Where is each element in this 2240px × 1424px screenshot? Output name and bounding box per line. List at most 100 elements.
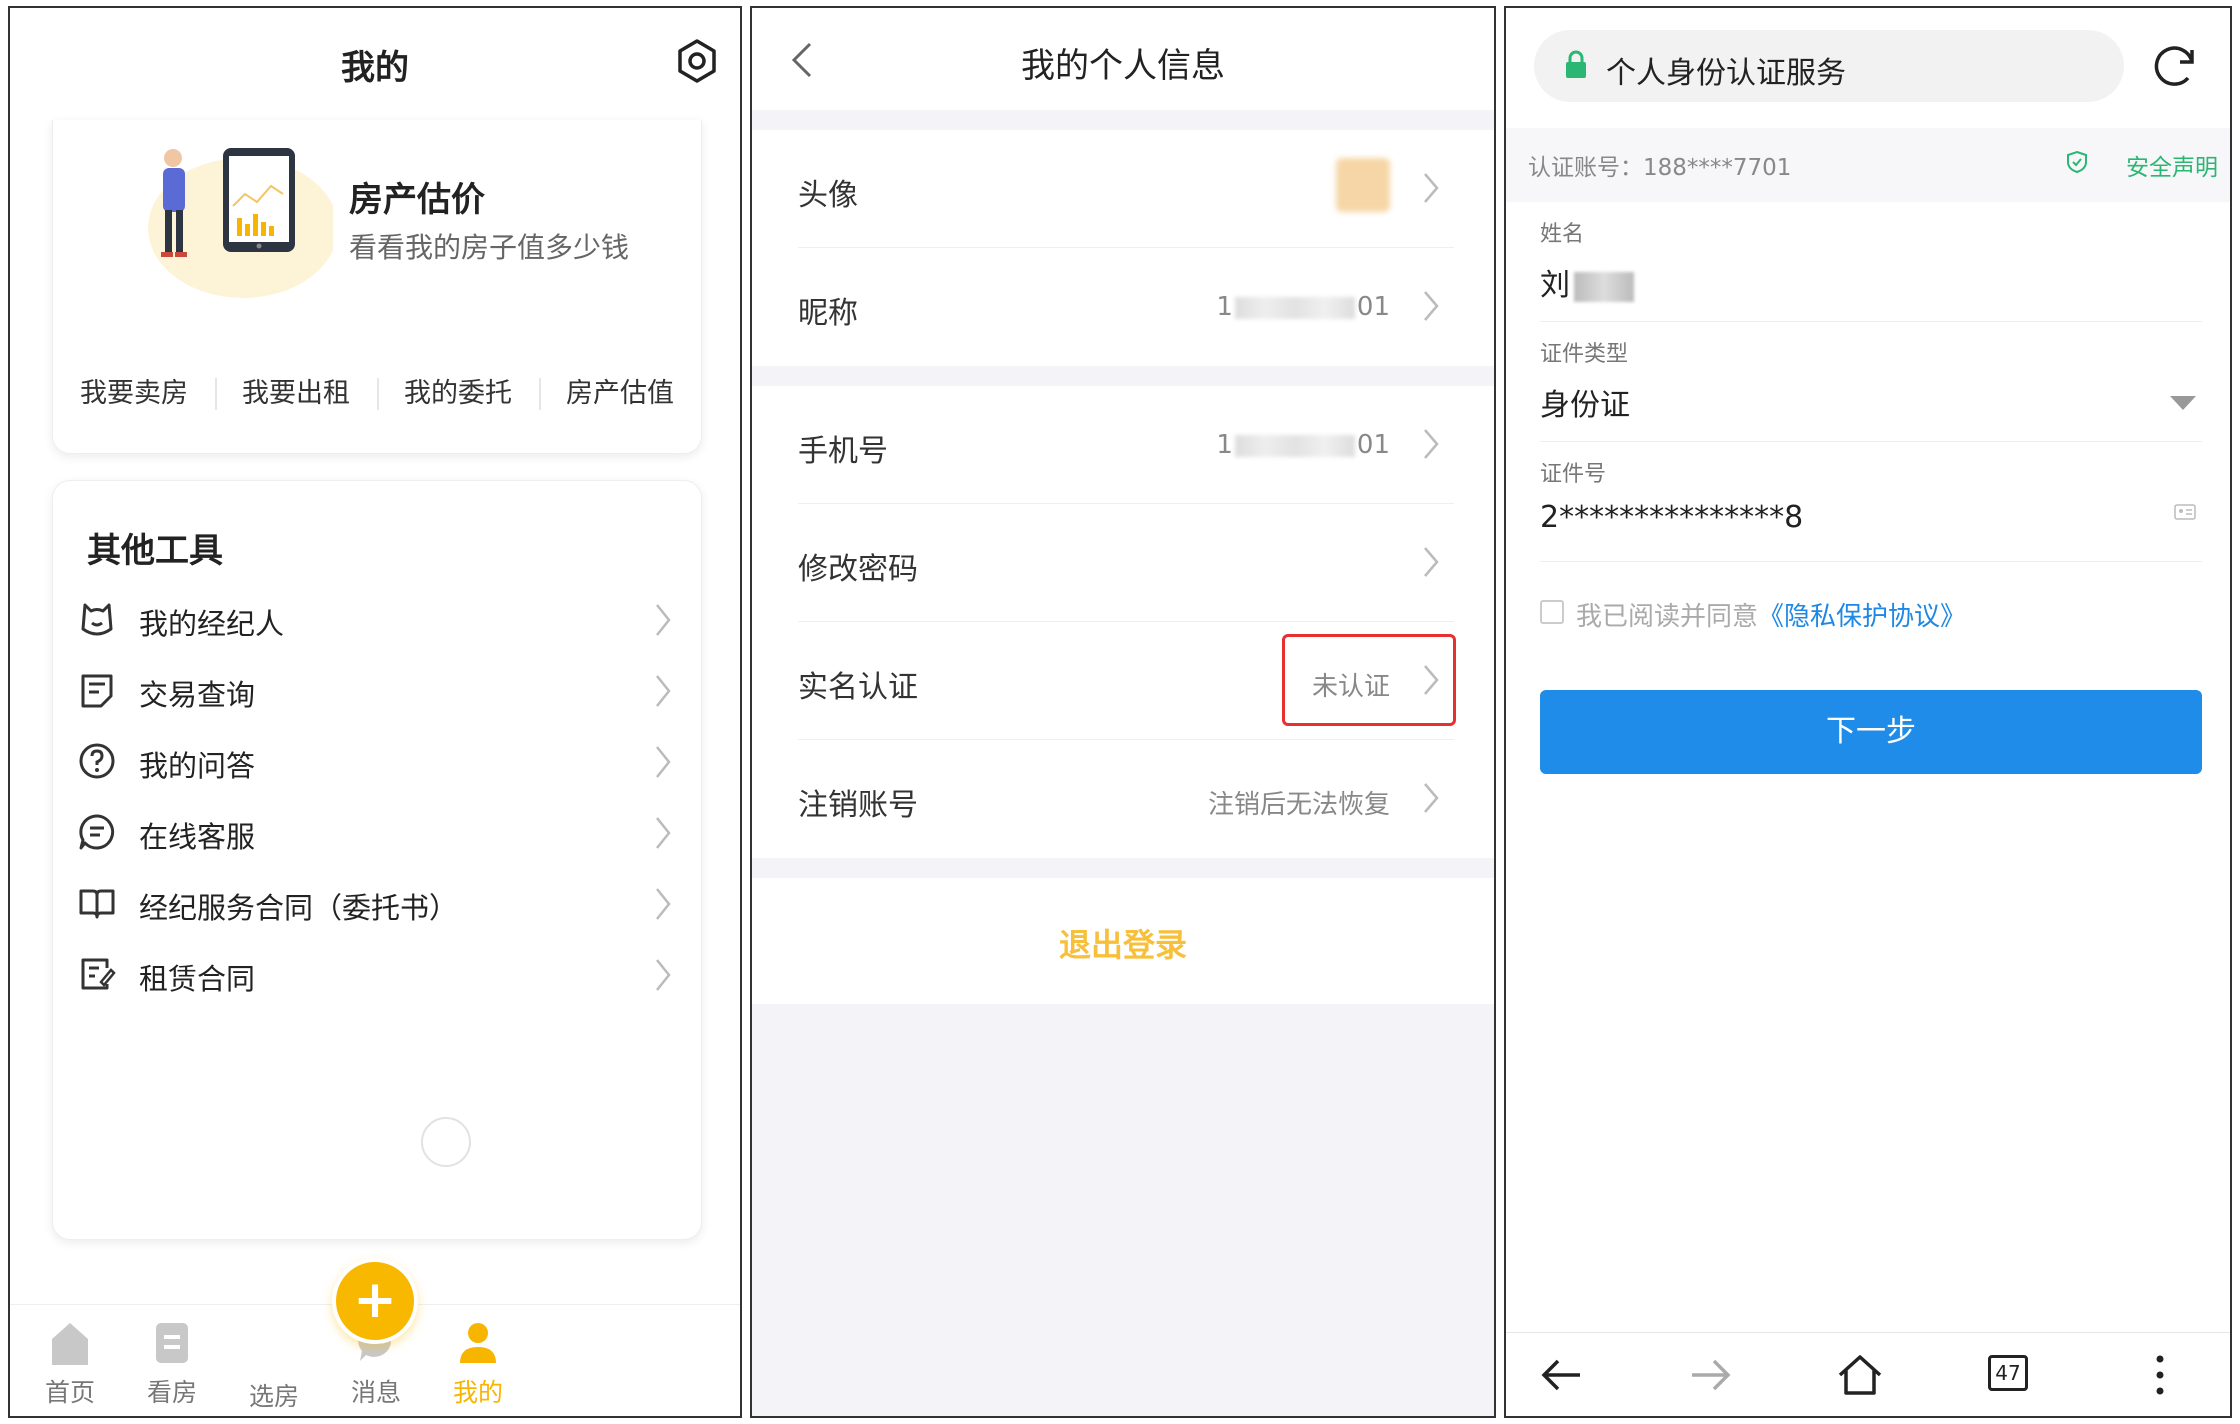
house-view-icon <box>156 1323 188 1363</box>
row-label: 修改密码 <box>798 552 918 587</box>
address-bar[interactable]: 个人身份认证服务 <box>1534 30 2124 102</box>
quick-link-entrust[interactable]: 我的委托 <box>377 372 539 416</box>
quick-link-rent[interactable]: 我要出租 <box>215 372 377 416</box>
tablet-person-illustration-icon <box>148 148 333 298</box>
blurred-text <box>1574 271 1634 302</box>
value-suffix: 01 <box>1356 430 1390 460</box>
back-arrow-icon[interactable] <box>1536 1349 1588 1401</box>
id-type-select[interactable]: 证件类型 身份证 <box>1540 322 2202 442</box>
loading-spinner-icon <box>421 1117 471 1167</box>
tool-item-label: 我的经纪人 <box>139 607 285 641</box>
next-step-button[interactable]: 下一步 <box>1540 690 2202 774</box>
quick-link-valuation[interactable]: 房产估值 <box>539 372 701 416</box>
tool-item-label: 我的问答 <box>139 749 256 783</box>
security-statement-link[interactable]: 安全声明 <box>2126 148 2218 182</box>
question-icon <box>79 743 115 779</box>
valuation-subtitle: 看看我的房子值多少钱 <box>349 231 630 264</box>
refresh-icon[interactable] <box>2150 40 2200 90</box>
cancel-account-hint: 注销后无法恢复 <box>1207 790 1390 820</box>
quick-links: 我要卖房 我要出租 我的委托 房产估值 <box>53 372 701 416</box>
row-label: 昵称 <box>798 296 858 331</box>
profile-group: 头像 昵称 1 01 <box>752 130 1494 366</box>
highlight-box <box>1282 634 1456 726</box>
quick-link-sell[interactable]: 我要卖房 <box>53 372 215 416</box>
identity-verification-panel: 个人身份认证服务 认证账号：188****7701 安全声明 姓名 刘 证件类型… <box>1504 6 2232 1418</box>
page-title: 我的 <box>341 48 409 88</box>
row-label: 注销账号 <box>798 788 918 823</box>
tool-item-lease-contract[interactable]: 租赁合同 <box>73 932 683 1022</box>
name-text: 刘 <box>1540 268 1570 303</box>
valuation-title: 房产估价 <box>349 180 485 220</box>
account-info-bar: 认证账号：188****7701 安全声明 <box>1506 128 2230 202</box>
id-number-field[interactable]: 证件号 2***************8 <box>1540 442 2202 562</box>
tabs-button[interactable]: 47 <box>1984 1349 2036 1401</box>
agreement-prefix: 我已阅读并同意 <box>1576 602 1759 632</box>
name-value: 刘 <box>1540 260 1634 304</box>
account-label: 认证账号：188****7701 <box>1528 155 1792 181</box>
dropdown-arrow-icon <box>2170 396 2196 410</box>
chevron-right-icon <box>1424 547 1439 577</box>
tab-mine[interactable]: 我的 <box>418 1305 538 1416</box>
agent-icon <box>81 603 113 636</box>
avatar <box>1336 158 1390 212</box>
select-house-fab-button[interactable]: + <box>332 1258 418 1344</box>
chevron-right-icon <box>656 675 671 707</box>
shield-check-icon <box>2067 150 2087 174</box>
value-prefix: 1 <box>1216 430 1233 460</box>
agreement-text: 我已阅读并同意《隐私保护协议》 <box>1576 596 1966 633</box>
row-label: 头像 <box>798 178 858 213</box>
forward-arrow-icon[interactable] <box>1684 1349 1736 1401</box>
my-page-panel: 我的 房产估价 看看我的房子值多少钱 我要卖房 我要出租 我的委托 房产估值 其… <box>8 6 742 1418</box>
name-field[interactable]: 姓名 刘 <box>1540 202 2202 322</box>
row-label: 实名认证 <box>798 670 918 705</box>
chevron-right-icon <box>1424 173 1439 203</box>
phone-row[interactable]: 手机号 1 01 <box>752 386 1494 504</box>
chevron-right-icon <box>1424 783 1439 813</box>
home-icon <box>52 1323 88 1365</box>
chevron-right-icon <box>656 959 671 991</box>
my-page-header: 我的 <box>10 8 740 120</box>
chevron-right-icon <box>656 746 671 778</box>
id-number-value: 2***************8 <box>1540 500 1804 535</box>
tab-select-house[interactable]: 选房 <box>214 1305 334 1416</box>
real-name-verification-row[interactable]: 实名认证 未认证 <box>752 622 1494 740</box>
field-label: 证件号 <box>1540 462 1607 487</box>
chevron-right-icon <box>656 604 671 636</box>
page-title: 我的个人信息 <box>1021 46 1225 86</box>
transaction-icon <box>81 674 113 708</box>
chevron-right-icon <box>656 888 671 920</box>
home-icon[interactable] <box>1834 1349 1886 1401</box>
change-password-row[interactable]: 修改密码 <box>752 504 1494 622</box>
field-label: 姓名 <box>1540 222 1585 247</box>
property-valuation-card[interactable]: 房产估价 看看我的房子值多少钱 我要卖房 我要出租 我的委托 房产估值 <box>52 120 702 454</box>
id-type-value: 身份证 <box>1540 388 1630 423</box>
tool-item-label: 交易查询 <box>139 678 256 712</box>
page-title: 个人身份认证服务 <box>1606 56 1846 91</box>
id-card-scan-icon[interactable] <box>2174 504 2196 520</box>
field-label: 证件类型 <box>1540 342 1629 367</box>
more-menu-icon[interactable] <box>2134 1349 2186 1401</box>
chevron-right-icon <box>1424 429 1439 459</box>
contract-icon <box>81 958 116 990</box>
privacy-agreement-link[interactable]: 《隐私保护协议》 <box>1758 602 1966 632</box>
personal-info-header: 我的个人信息 <box>752 8 1494 110</box>
cancel-account-row[interactable]: 注销账号 注销后无法恢复 <box>752 740 1494 858</box>
settings-icon[interactable] <box>674 38 720 84</box>
plus-icon: + <box>353 1270 397 1330</box>
chat-icon <box>79 814 115 850</box>
row-label: 手机号 <box>798 434 888 469</box>
chevron-right-icon <box>656 817 671 849</box>
user-icon <box>460 1323 496 1363</box>
avatar-row[interactable]: 头像 <box>752 130 1494 248</box>
browser-nav-bar: 47 <box>1506 1332 2230 1416</box>
tool-item-label: 经纪服务合同（委托书） <box>139 891 459 925</box>
chevron-right-icon <box>1424 291 1439 321</box>
blurred-text <box>1234 296 1355 319</box>
phone-value: 1 01 <box>1216 430 1390 460</box>
logout-button[interactable]: 退出登录 <box>752 878 1494 1004</box>
lock-icon <box>1566 50 1586 78</box>
agree-checkbox[interactable] <box>1540 600 1564 624</box>
other-tools-card: 其他工具 我的经纪人 交易查询 我的问答 在线客服 经纪服务合同（委托书） 租赁… <box>52 480 702 1240</box>
nickname-row[interactable]: 昵称 1 01 <box>752 248 1494 366</box>
nickname-value: 1 01 <box>1216 292 1390 322</box>
